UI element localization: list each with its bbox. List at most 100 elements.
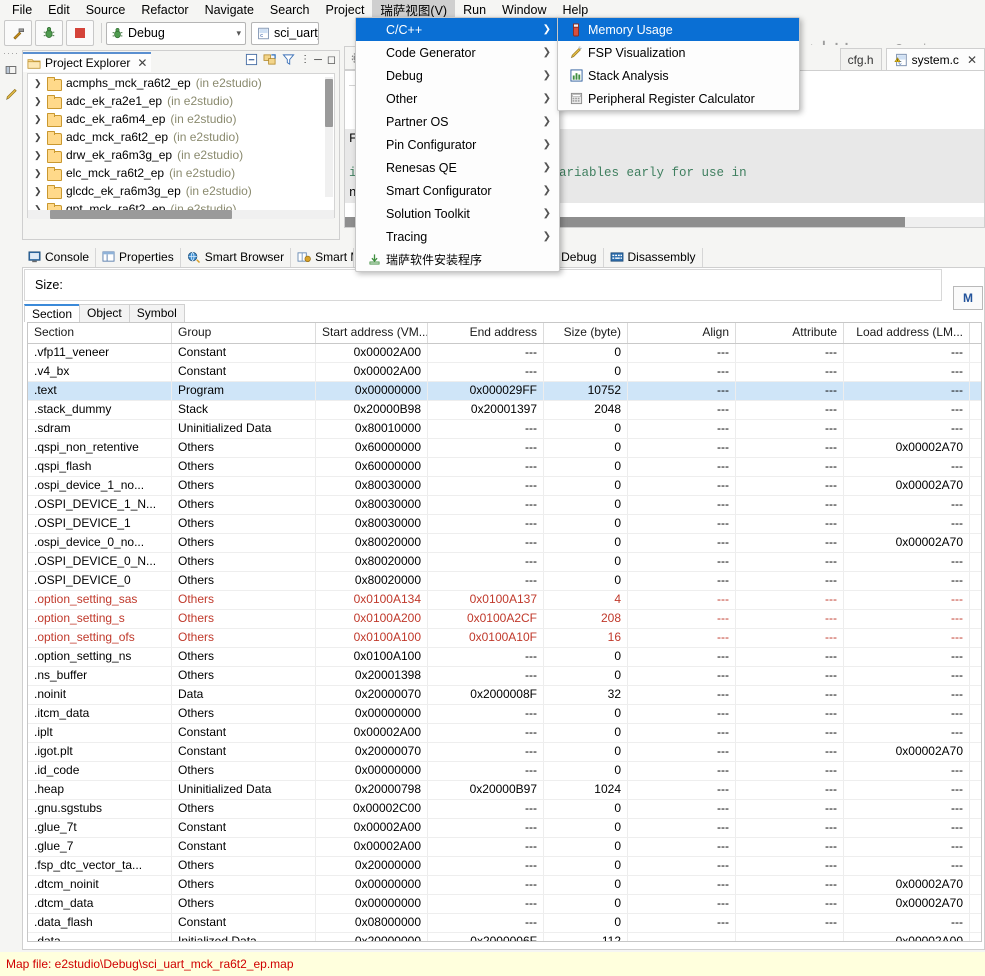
table-row[interactable]: .option_setting_ns Others 0x0100A100 --- 0 --… — [28, 648, 981, 667]
menu-project[interactable]: Project — [318, 1, 373, 19]
table-row[interactable]: .option_setting_sas Others 0x0100A134 0x010… — [28, 591, 981, 610]
fsp-visualization-rail-icon[interactable] — [0, 82, 22, 106]
table-row[interactable]: .data Initialized Data 0x20000000 0x2000006… — [28, 933, 981, 941]
debug-button[interactable] — [35, 20, 63, 46]
restore-perspective-icon[interactable] — [0, 58, 22, 82]
editor-tab-system-c[interactable]: c system.c ✕ — [885, 48, 985, 70]
rail-drag-handle[interactable]: ···· — [0, 47, 22, 58]
expand-arrow-icon[interactable]: ❯ — [34, 78, 47, 89]
tab-console[interactable]: Console — [22, 247, 97, 267]
submenu-item-peripheral-register-calculator[interactable]: Peripheral Register Calculator — [558, 87, 799, 110]
table-row[interactable]: .ospi_device_1_no... Others 0x80030000 --- 0… — [28, 477, 981, 496]
expand-arrow-icon[interactable]: ❯ — [34, 132, 47, 143]
table-row[interactable]: .text Program 0x00000000 0x000029FF 10752 ---… — [28, 382, 981, 401]
table-row[interactable]: .OSPI_DEVICE_0_N... Others 0x80020000 --- 0-… — [28, 553, 981, 572]
menu-run[interactable]: Run — [455, 1, 494, 19]
table-row[interactable]: .itcm_data Others 0x00000000 --- 0 --- --- --- — [28, 705, 981, 724]
table-row[interactable]: .sdram Uninitialized Data 0x80010000 --- 0 --… — [28, 420, 981, 439]
menu-item-tracing[interactable]: Tracing ❯ — [356, 225, 559, 248]
table-row[interactable]: .fsp_dtc_vector_ta... Others 0x20000000 ---… — [28, 857, 981, 876]
tab-smart-manual[interactable]: Smart M — [291, 247, 355, 267]
menu-source[interactable]: Source — [78, 1, 134, 19]
tree-item-project[interactable]: ❯ glcdc_ek_ra6m3g_ep (in e2studio) — [28, 182, 334, 200]
menu-navigate[interactable]: Navigate — [197, 1, 262, 19]
table-row[interactable]: .stack_dummy Stack 0x20000B98 0x20001397 204… — [28, 401, 981, 420]
view-menu-icon[interactable]: ⋮ — [300, 54, 310, 65]
link-editor-icon[interactable] — [263, 53, 277, 66]
expand-arrow-icon[interactable]: ❯ — [34, 186, 47, 197]
expand-arrow-icon[interactable]: ❯ — [34, 114, 47, 125]
submenu-item-stack-analysis[interactable]: Stack Analysis — [558, 64, 799, 87]
menu-item-debug[interactable]: Debug ❯ — [356, 64, 559, 87]
tab-project-explorer[interactable]: Project Explorer ✕ — [23, 52, 152, 72]
table-row[interactable]: .option_setting_ofs Others 0x0100A100 0x010… — [28, 629, 981, 648]
menu-item-other[interactable]: Other ❯ — [356, 87, 559, 110]
table-row[interactable]: .dtcm_data Others 0x00000000 --- 0 --- --- 0x00… — [28, 895, 981, 914]
menu-refactor[interactable]: Refactor — [133, 1, 196, 19]
chevron-down-icon[interactable]: ▾ — [236, 28, 241, 39]
section-table[interactable]: Section Group Start address (VM... End a… — [27, 322, 982, 942]
table-row[interactable]: .gnu.sgstubs Others 0x00002C00 --- 0 --- --- --… — [28, 800, 981, 819]
submenu-item-memory-usage[interactable]: Memory Usage — [558, 18, 799, 41]
table-row[interactable]: .OSPI_DEVICE_0 Others 0x80020000 --- 0 --- ---… — [28, 572, 981, 591]
maximize-icon[interactable]: ◻ — [327, 53, 336, 66]
menu-item-smart-configurator[interactable]: Smart Configurator ❯ — [356, 179, 559, 202]
menu-help[interactable]: Help — [555, 1, 597, 19]
expand-arrow-icon[interactable]: ❯ — [34, 96, 47, 107]
project-combo[interactable]: c sci_uart_m — [251, 21, 319, 45]
close-icon[interactable]: ✕ — [967, 53, 977, 67]
expand-arrow-icon[interactable]: ❯ — [34, 168, 47, 179]
submenu-item-fsp-visualization[interactable]: FSP Visualization — [558, 41, 799, 64]
menu-item-partner-os[interactable]: Partner OS ❯ — [356, 110, 559, 133]
table-row[interactable]: .glue_7t Constant 0x00002A00 --- 0 --- --- --- — [28, 819, 981, 838]
editor-tab-cfg-h[interactable]: cfg.h — [839, 48, 882, 70]
menu-search[interactable]: Search — [262, 1, 318, 19]
table-row[interactable]: .option_setting_s Others 0x0100A200 0x0100A… — [28, 610, 981, 629]
close-icon[interactable]: ✕ — [137, 56, 147, 70]
table-row[interactable]: .noinit Data 0x20000070 0x2000008F 32 --- --- -… — [28, 686, 981, 705]
project-tree-hscroll-thumb[interactable] — [50, 210, 232, 219]
tree-item-project[interactable]: ❯ adc_mck_ra6t2_ep (in e2studio) — [28, 128, 334, 146]
table-row[interactable]: .v4_bx Constant 0x00002A00 --- 0 --- --- --- — [28, 363, 981, 382]
table-row[interactable]: .dtcm_noinit Others 0x00000000 --- 0 --- --- 0x… — [28, 876, 981, 895]
sub-tab-object[interactable]: Object — [79, 304, 130, 322]
table-row[interactable]: .ospi_device_0_no... Others 0x80020000 --- 0… — [28, 534, 981, 553]
sub-tab-symbol[interactable]: Symbol — [128, 304, 185, 322]
col-header-section[interactable]: Section — [28, 323, 172, 343]
col-header-align[interactable]: Align — [628, 323, 736, 343]
tab-disassembly[interactable]: Disassembly — [604, 247, 703, 267]
table-row[interactable]: .iplt Constant 0x00002A00 --- 0 --- --- --- — [28, 724, 981, 743]
table-row[interactable]: .glue_7 Constant 0x00002A00 --- 0 --- --- --- — [28, 838, 981, 857]
tree-item-project[interactable]: ❯ elc_mck_ra6t2_ep (in e2studio) — [28, 164, 334, 182]
col-header-group[interactable]: Group — [172, 323, 316, 343]
table-row[interactable]: .qspi_non_retentive Others 0x60000000 --- 0-… — [28, 439, 981, 458]
menu-item-c-cpp[interactable]: C/C++ ❯ — [356, 18, 559, 41]
menu-item-code-generator[interactable]: Code Generator ❯ — [356, 41, 559, 64]
table-row[interactable]: .ns_buffer Others 0x20001398 --- 0 --- --- --- — [28, 667, 981, 686]
col-header-load-address[interactable]: Load address (LM... — [844, 323, 970, 343]
col-header-start-address[interactable]: Start address (VM... — [316, 323, 428, 343]
menu-window[interactable]: Window — [494, 1, 554, 19]
table-row[interactable]: .vfp11_veneer Constant 0x00002A00 --- 0 --- --… — [28, 344, 981, 363]
menu-item-pin-configurator[interactable]: Pin Configurator ❯ — [356, 133, 559, 156]
expand-arrow-icon[interactable]: ❯ — [34, 150, 47, 161]
menu-item-solution-toolkit[interactable]: Solution Toolkit ❯ — [356, 202, 559, 225]
stop-button[interactable] — [66, 20, 94, 46]
project-tree[interactable]: ❯ acmphs_mck_ra6t2_ep (in e2studio) ❯ ad… — [27, 73, 335, 218]
tree-item-project[interactable]: ❯ adc_ek_ra2e1_ep (in e2studio) — [28, 92, 334, 110]
table-row[interactable]: .OSPI_DEVICE_1 Others 0x80030000 --- 0 --- ---… — [28, 515, 981, 534]
table-row[interactable]: .qspi_flash Others 0x60000000 --- 0 --- --- --- — [28, 458, 981, 477]
menu-item-software-installer[interactable]: 瑞萨软件安装程序 — [356, 248, 559, 271]
tree-item-project[interactable]: ❯ drw_ek_ra6m3g_ep (in e2studio) — [28, 146, 334, 164]
sub-tab-section[interactable]: Section — [24, 304, 81, 322]
menu-file[interactable]: File — [4, 1, 40, 19]
launch-config-combo[interactable]: Debug ▾ — [106, 21, 246, 45]
col-header-attribute[interactable]: Attribute — [736, 323, 844, 343]
table-row[interactable]: .igot.plt Constant 0x20000070 --- 0 --- --- 0x0… — [28, 743, 981, 762]
table-row[interactable]: .heap Uninitialized Data 0x20000798 0x20000… — [28, 781, 981, 800]
table-row[interactable]: .id_code Others 0x00000000 --- 0 --- --- --- — [28, 762, 981, 781]
menu-item-renesas-qe[interactable]: Renesas QE ❯ — [356, 156, 559, 179]
minimize-icon[interactable]: ─ — [314, 54, 322, 66]
collapse-all-icon[interactable] — [245, 53, 258, 66]
memory-usage-corner-button[interactable]: M — [953, 286, 983, 310]
